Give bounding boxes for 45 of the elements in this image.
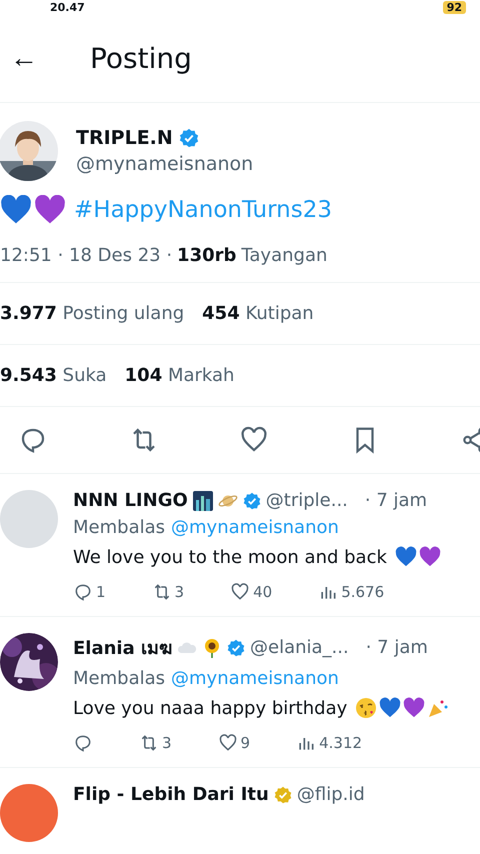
repost-count: 3 — [162, 734, 172, 752]
page-title: Posting — [90, 42, 192, 74]
battery-level: 92 — [442, 0, 466, 14]
author-handle: @mynameisnanon — [76, 153, 254, 175]
like-icon[interactable] — [230, 582, 250, 602]
heart-icon — [34, 195, 66, 225]
heart-icon — [418, 546, 441, 568]
reply-author-name: NNN LINGO — [73, 490, 188, 511]
repost-icon[interactable] — [139, 733, 159, 753]
heart-icon — [379, 697, 402, 719]
reply-age: · 7 jam — [364, 490, 428, 511]
replying-to-label: Membalas — [73, 668, 166, 689]
stat-link[interactable]: 454 Kutipan — [202, 303, 314, 324]
reply-text: Love you naaa happy birthday — [73, 698, 348, 718]
reply-text: We love you to the moon and back — [73, 546, 387, 568]
like-icon[interactable] — [218, 733, 238, 753]
kiss-face-icon — [355, 697, 378, 719]
stat-link[interactable]: 104 Markah — [124, 365, 234, 386]
status-time: 20.47 — [50, 0, 85, 14]
views-label: Tayangan — [241, 245, 328, 266]
heart-icon — [394, 546, 417, 568]
reply-count: 1 — [96, 583, 106, 601]
reply-icon[interactable] — [73, 733, 93, 753]
heart-icon — [403, 697, 426, 719]
stat-link[interactable]: 3.977 Posting ulang — [0, 303, 184, 324]
reply-handle: @flip.id — [296, 784, 365, 805]
repost-count: 3 — [174, 583, 184, 601]
reply-handle: @elania_... — [250, 637, 349, 658]
reply-age: · 7 jam — [366, 637, 428, 658]
views-count: 5.676 — [341, 583, 384, 601]
stat-link[interactable]: 9.543 Suka — [0, 365, 107, 386]
city-icon — [192, 490, 213, 510]
reply-handle: @triple... — [266, 490, 348, 511]
views-count: 4.312 — [319, 734, 362, 752]
reply-author-name: Flip - Lebih Dari Itu — [73, 784, 269, 805]
back-button[interactable]: ← — [10, 42, 38, 74]
views-count: 130rb — [177, 245, 236, 266]
heart-icon — [0, 195, 32, 225]
replying-to-label: Membalas — [73, 517, 166, 538]
reply-icon[interactable] — [73, 582, 93, 602]
reply-author-name: Elania เมฆ — [73, 637, 172, 661]
post-time: 12:51 · 18 Des 23 · — [0, 245, 172, 266]
like-count: 40 — [253, 583, 272, 601]
like-count: 9 — [240, 734, 250, 752]
author-name: TRIPLE.N — [76, 127, 173, 149]
